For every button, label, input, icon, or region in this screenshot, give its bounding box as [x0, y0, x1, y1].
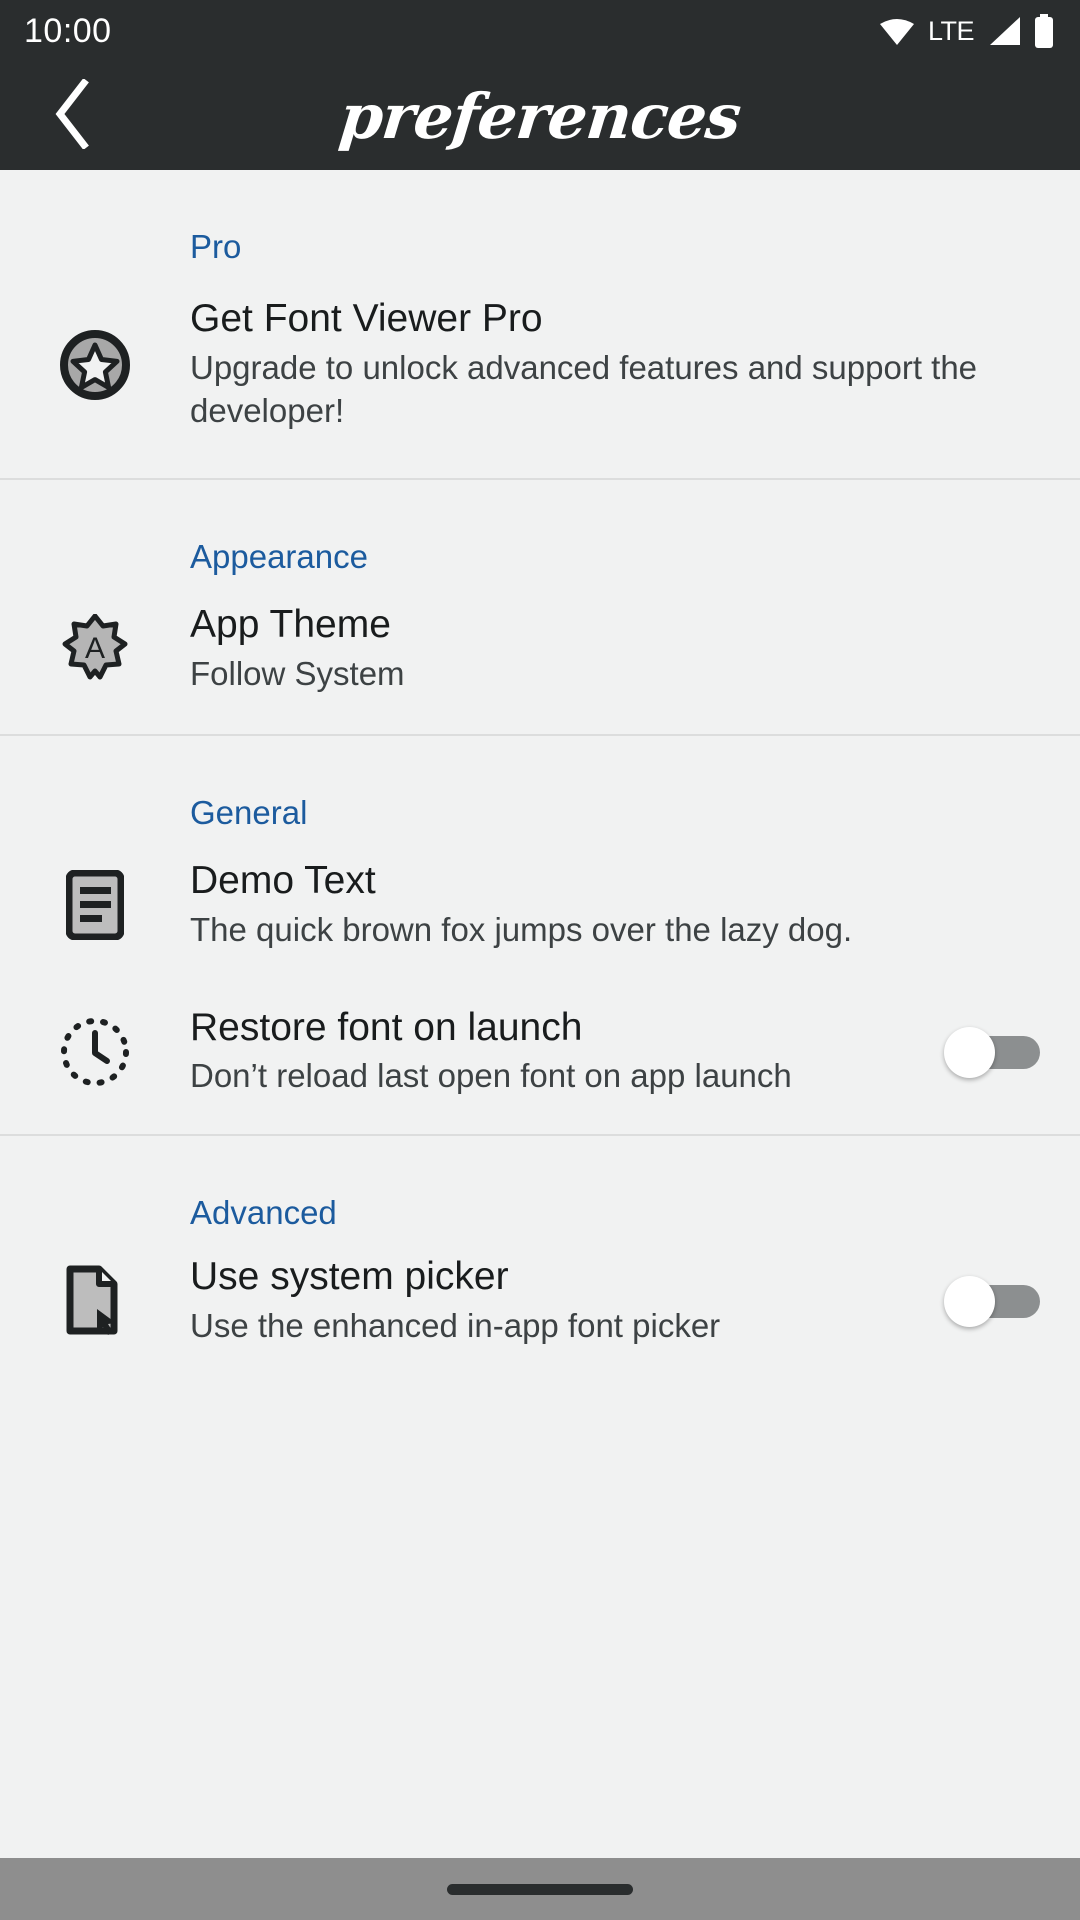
restore-font-toggle[interactable]: [944, 1026, 1040, 1078]
pref-subtitle: The quick brown fox jumps over the lazy …: [190, 910, 853, 948]
clock-dashed-icon: [0, 1016, 190, 1088]
back-button[interactable]: [26, 68, 122, 164]
pref-subtitle: Follow System: [190, 655, 405, 693]
status-clock: 10:00: [24, 12, 112, 50]
section-advanced: Advanced Use system picker Use the enhan…: [0, 1136, 1080, 1358]
text-lines-icon: [0, 870, 190, 941]
pref-row-control: [944, 1276, 1040, 1328]
home-gesture-pill[interactable]: [447, 1883, 633, 1895]
svg-text:A: A: [85, 632, 105, 665]
section-general: General Demo Text The quick brown fox ju…: [0, 736, 1080, 1134]
pref-row-control: [944, 1026, 1040, 1078]
pref-row-text: Demo Text The quick brown fox jumps over…: [190, 859, 1040, 952]
pref-row-text: Get Font Viewer Pro Upgrade to unlock ad…: [190, 297, 1040, 432]
toggle-thumb: [944, 1026, 995, 1078]
pref-row-system-picker[interactable]: Use system picker Use the enhanced in-ap…: [0, 1229, 1080, 1358]
pref-title: Demo Text: [190, 859, 376, 903]
category-header-pro: Pro: [190, 228, 242, 265]
pref-title: Use system picker: [190, 1255, 509, 1299]
pref-row-restore-font[interactable]: Restore font on launch Don’t reload last…: [0, 980, 1080, 1135]
pref-row-app-theme[interactable]: A App Theme Follow System: [0, 573, 1080, 734]
signal-icon: [987, 16, 1021, 46]
pref-title: Get Font Viewer Pro: [190, 297, 543, 340]
status-icons-group: LTE: [879, 14, 1054, 48]
category-header-general: General: [190, 794, 308, 832]
network-type-label: LTE: [927, 15, 975, 46]
pref-row-get-pro[interactable]: Get Font Viewer Pro Upgrade to unlock ad…: [0, 263, 1080, 478]
pref-row-text: Use system picker Use the enhanced in-ap…: [190, 1255, 944, 1348]
pref-subtitle: Use the enhanced in-app font picker: [190, 1306, 721, 1344]
preferences-list: Pro Get Font Viewer Pro Upgrade to unloc…: [0, 170, 1080, 1358]
theme-badge-a-icon: A: [0, 613, 190, 686]
file-cursor-icon: [0, 1265, 190, 1337]
page-title: preferences: [336, 79, 744, 153]
system-picker-toggle[interactable]: [944, 1276, 1040, 1328]
pref-title: Restore font on launch: [190, 1005, 583, 1049]
battery-icon: [1034, 14, 1054, 48]
preferences-screen: 10:00 LTE preferences Pro Get Font Viewe…: [0, 0, 1080, 1920]
pref-row-text: Restore font on launch Don’t reload last…: [190, 1006, 944, 1099]
wifi-icon: [879, 16, 915, 46]
section-pro: Pro Get Font Viewer Pro Upgrade to unloc…: [0, 170, 1080, 478]
pref-title: App Theme: [190, 603, 391, 647]
app-bar: preferences: [0, 62, 1080, 170]
status-bar: 10:00 LTE: [0, 0, 1080, 62]
category-header-advanced: Advanced: [190, 1194, 337, 1232]
chevron-left-icon: [52, 77, 96, 154]
pref-row-demo-text[interactable]: Demo Text The quick brown fox jumps over…: [0, 829, 1080, 980]
pref-row-text: App Theme Follow System: [190, 603, 1040, 696]
section-appearance: Appearance A App Theme Follow System: [0, 480, 1080, 734]
star-badge-icon: [0, 329, 190, 401]
pref-subtitle: Upgrade to unlock advanced features and …: [190, 348, 978, 429]
system-navigation-bar: [0, 1858, 1080, 1920]
category-header-appearance: Appearance: [190, 538, 368, 576]
pref-subtitle: Don’t reload last open font on app launc…: [190, 1057, 792, 1095]
toggle-thumb: [944, 1276, 995, 1328]
